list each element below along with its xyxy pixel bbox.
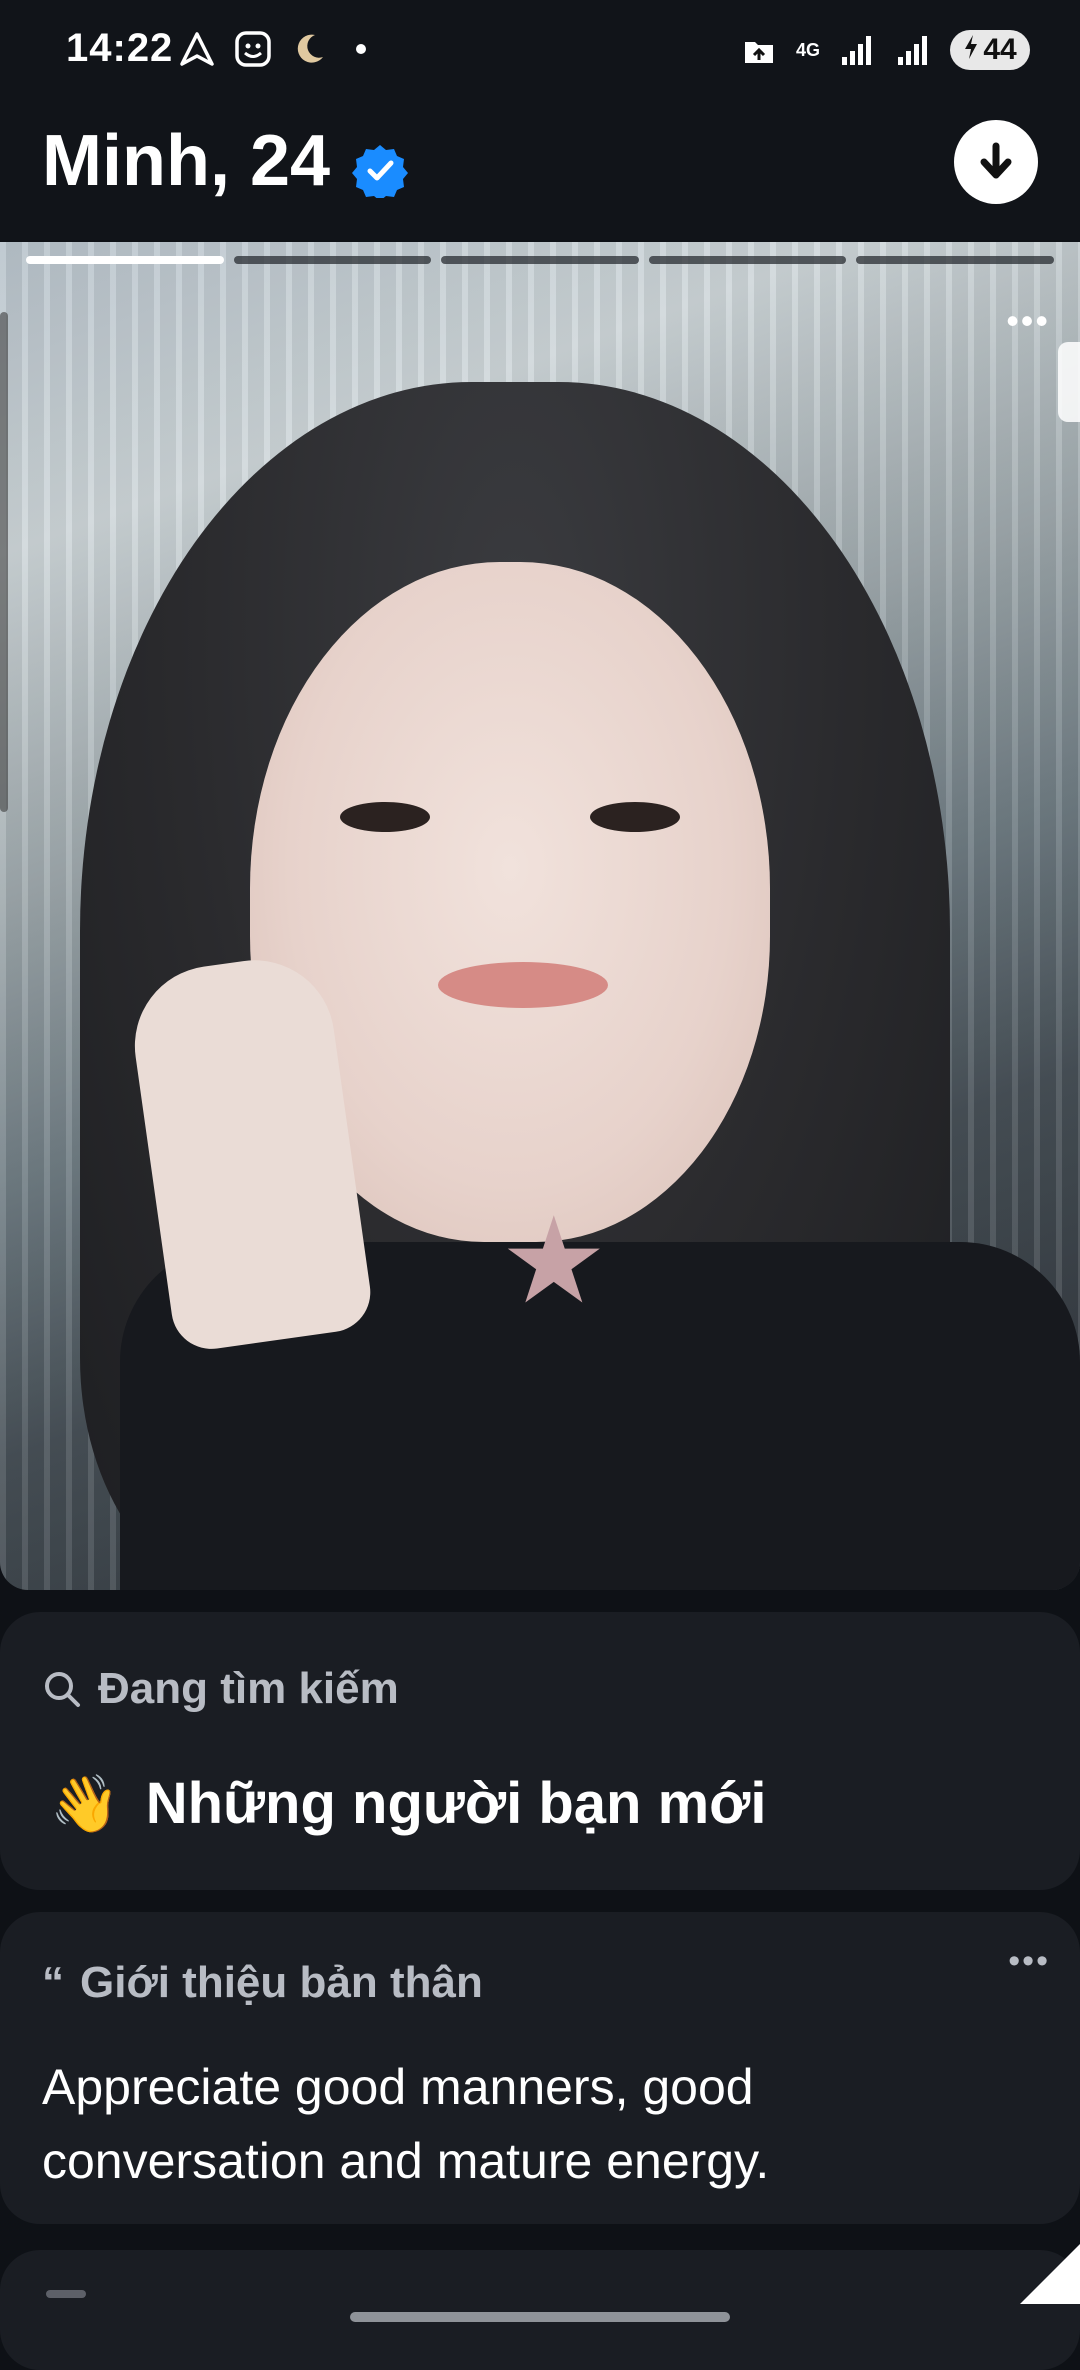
profile-header: Minh, 24 [0,100,1080,240]
photo-progress-segment[interactable] [26,256,224,264]
photo-progress-bar [26,256,1054,264]
status-bar: 14:22 4G 44 [0,0,1080,100]
profile-photo[interactable]: ★ ••• [0,242,1080,1590]
looking-for-card: Đang tìm kiếm 👋 Những người bạn mới [0,1612,1080,1890]
photo-subject-mouth [438,962,608,1008]
notification-dot [356,44,366,54]
looking-for-value-text: Những người bạn mới [145,1771,767,1836]
photo-progress-segment[interactable] [856,256,1054,264]
network-type-label: 4G [795,40,820,60]
home-indicator[interactable] [350,2312,730,2322]
next-section-card [0,2250,1080,2370]
photo-progress-segment[interactable] [233,256,432,264]
photo-edge-handle-right [1058,342,1080,422]
about-more-options-icon[interactable]: ••• [1008,1942,1050,1981]
looking-for-value: 👋 Những người bạn mới [50,1770,767,1837]
download-button[interactable] [954,120,1038,204]
about-me-label-text: Giới thiệu bản thân [80,1958,483,2007]
waving-hand-icon: 👋 [50,1771,120,1835]
photo-edge-handle-left [0,312,8,812]
photo-progress-segment[interactable] [441,256,639,264]
about-me-text: Appreciate good manners, good conversati… [42,2059,770,2189]
status-time: 14:22 [66,26,174,70]
next-section-label-stub [46,2290,86,2298]
navigation-icon [178,30,216,68]
about-me-card: “ Giới thiệu bản thân ••• Appreciate goo… [0,1912,1080,2224]
battery-indicator: 44 [950,30,1030,70]
photo-progress-segment[interactable] [648,256,847,264]
face-app-icon [234,30,272,68]
about-me-label: “ Giới thiệu bản thân [42,1958,483,2008]
photo-subject-eye [590,802,680,832]
search-icon [45,1672,80,1707]
arrow-down-icon [980,142,1012,179]
upload-icon [740,31,778,69]
signal-icon-2 [894,31,932,69]
quote-icon: “ [42,1958,64,2007]
shirt-star-print: ★ [500,1194,608,1328]
status-icons-left [178,30,366,68]
photo-more-options-icon[interactable]: ••• [1006,300,1050,342]
verified-badge-icon[interactable] [352,133,409,201]
profile-name-age: Minh, 24 [42,120,409,202]
moon-icon [290,30,328,68]
charging-icon [963,33,979,67]
signal-icon [838,31,876,69]
battery-level: 44 [983,33,1017,66]
status-icons-right: 4G 44 [740,30,1030,70]
looking-for-label: Đang tìm kiếm [42,1664,399,1714]
looking-for-label-text: Đang tìm kiếm [98,1664,399,1713]
name-age-text: Minh, 24 [42,121,331,201]
photo-subject-eye [340,802,430,832]
